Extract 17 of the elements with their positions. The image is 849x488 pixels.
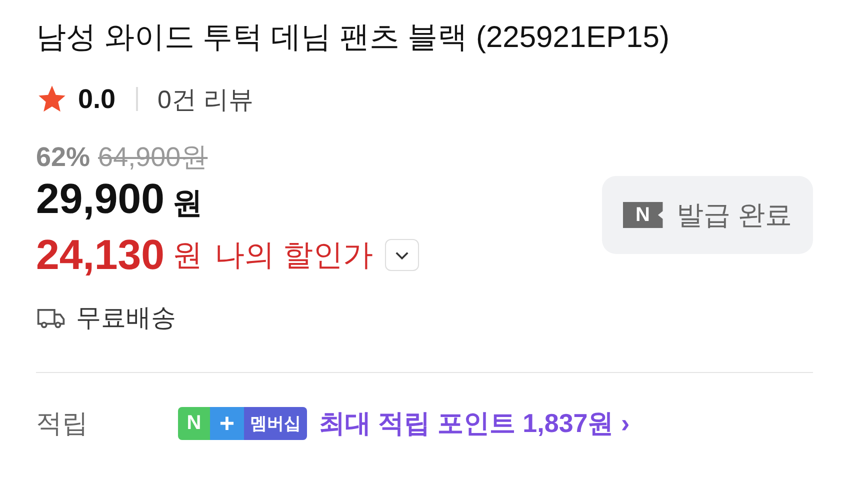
max-points-link[interactable]: 최대 적립 포인트 1,837원 ›: [319, 406, 630, 440]
free-shipping-label: 무료배송: [76, 303, 176, 334]
original-price: 64,900원: [98, 141, 208, 174]
currency-unit: 원: [172, 186, 202, 222]
sale-price: 29,900: [36, 175, 164, 223]
coupon-icon: N: [622, 202, 663, 228]
rating-score: 0.0: [78, 84, 116, 114]
currency-unit: 원: [172, 238, 202, 274]
discount-rate: 62%: [36, 142, 90, 172]
coupon-button[interactable]: N 발급 완료: [602, 176, 813, 254]
review-count-link[interactable]: 0건 리뷰: [158, 82, 254, 116]
points-label: 적립: [36, 406, 89, 440]
expand-toggle[interactable]: [384, 239, 419, 271]
product-title: 남성 와이드 투턱 데님 팬츠 블랙 (225921EP15): [36, 20, 670, 56]
my-discount-price: 24,130: [36, 231, 164, 279]
my-discount-label: 나의 할인가: [214, 238, 373, 274]
membership-badge: N + 멤버십: [178, 406, 307, 440]
